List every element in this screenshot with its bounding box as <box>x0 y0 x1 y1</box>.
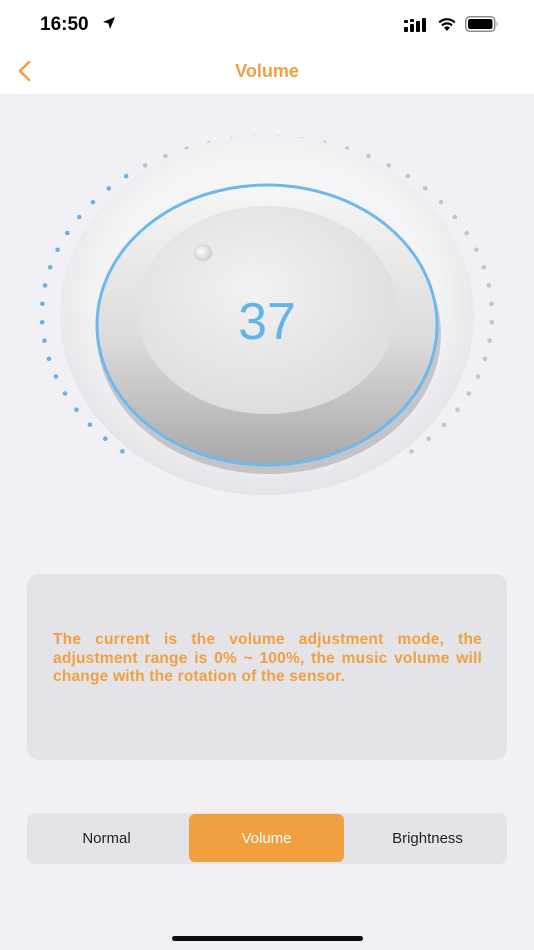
home-indicator <box>172 936 363 941</box>
mode-tab-volume[interactable]: Volume <box>189 814 344 862</box>
dial-tick-dot <box>120 449 125 454</box>
dial-tick-dot <box>65 230 70 236</box>
location-arrow-icon <box>103 17 115 29</box>
dial-tick-dot <box>466 391 472 396</box>
dial-tick-dot <box>486 283 492 288</box>
dial-position-marker <box>193 244 213 262</box>
dial-tick-dot <box>62 391 68 396</box>
dial-tick-dot <box>422 186 428 191</box>
navigation-bar: Volume <box>0 48 534 94</box>
battery-icon <box>465 16 498 32</box>
dial-tick-dot <box>441 422 447 428</box>
dial-tick-dot <box>74 407 79 413</box>
dial-tick-dot <box>405 173 411 179</box>
dial-tick-dot <box>426 436 432 442</box>
dial-tick-dot <box>409 449 414 454</box>
dial-tick-dot <box>53 374 59 379</box>
info-text: The current is the volume adjustment mod… <box>53 631 482 685</box>
mode-tab-brightness[interactable]: Brightness <box>350 814 505 862</box>
dial-tick-dot <box>482 356 488 362</box>
dial-tick-dot <box>42 283 48 288</box>
page-title: Volume <box>235 61 299 81</box>
dial-tick-dot <box>87 422 93 428</box>
dial-tick-dot <box>106 186 112 191</box>
dial-tick-dot <box>142 163 148 168</box>
dial-tick-dot <box>455 407 460 413</box>
dial-tick-dot <box>386 163 392 168</box>
dial-tick-dot <box>90 199 96 205</box>
volume-dial[interactable]: 37 <box>32 130 502 500</box>
dial-tick-dot <box>474 247 479 253</box>
dial-tick-dot <box>438 199 444 205</box>
dial-tick-dot <box>76 214 82 220</box>
info-card: The current is the volume adjustment mod… <box>27 574 507 760</box>
dial-tick-dot <box>475 374 481 379</box>
dial-value: 37 <box>238 293 296 351</box>
cellular-signal-icon <box>404 18 426 32</box>
dial-tick-dot <box>103 436 108 442</box>
mode-tab-normal[interactable]: Normal <box>29 814 184 862</box>
dial-tick-dot <box>464 230 470 236</box>
dial-tick-dot <box>123 173 129 179</box>
status-bar: 16:50 <box>0 0 534 48</box>
dial-tick-dot <box>46 356 52 362</box>
status-time: 16:50 <box>40 14 89 35</box>
dial-tick-dot <box>481 265 487 270</box>
wifi-icon <box>438 18 456 31</box>
mode-selector: Normal Volume Brightness <box>27 813 507 864</box>
dial-tick-dot <box>47 265 53 270</box>
dial-tick-dot <box>55 247 60 253</box>
dial-tick-dot <box>452 214 458 220</box>
